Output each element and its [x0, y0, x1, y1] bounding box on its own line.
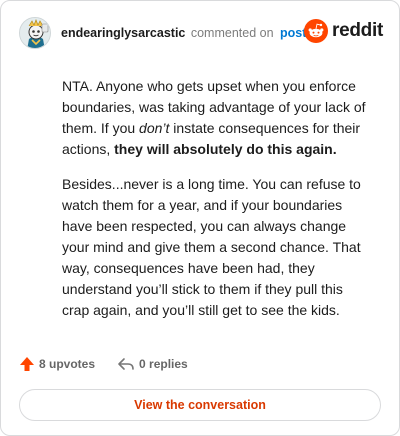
comment-paragraph-2: Besides...never is a long time. You can …: [62, 176, 361, 318]
comment-meta: endearinglysarcastic commented on post: [61, 26, 306, 40]
upvotes-count: 8 upvotes: [39, 357, 96, 371]
view-conversation-button[interactable]: View the conversation: [19, 389, 381, 421]
username-link[interactable]: endearinglysarcastic: [61, 26, 185, 40]
commented-on-text: commented on: [190, 26, 274, 40]
post-link[interactable]: post: [280, 26, 306, 40]
reddit-wordmark: reddit: [332, 20, 383, 41]
upvote-arrow-icon: [20, 357, 34, 371]
replies-count: 0 replies: [139, 357, 188, 371]
comment-p1-emphasis: don’t: [139, 120, 170, 136]
replies-stat[interactable]: 0 replies: [117, 356, 188, 372]
snoo-avatar-icon: [20, 18, 50, 48]
comment-body: NTA. Anyone who gets upset when you enfo…: [62, 76, 373, 335]
upvotes-stat[interactable]: 8 upvotes: [19, 356, 95, 372]
comment-header: endearinglysarcastic commented on post r…: [19, 17, 383, 49]
comment-paragraph-1: NTA. Anyone who gets upset when you enfo…: [62, 76, 373, 160]
comment-stats: 8 upvotes 0 replies: [19, 353, 188, 375]
reddit-logo-icon: [304, 19, 329, 43]
comment-embed-card: endearinglysarcastic commented on post r…: [0, 0, 400, 436]
reddit-brand[interactable]: reddit: [304, 19, 383, 43]
comment-p1-strong: they will absolutely do this again.: [114, 141, 337, 157]
reply-arrow-icon: [118, 358, 134, 370]
user-avatar[interactable]: [19, 17, 51, 49]
